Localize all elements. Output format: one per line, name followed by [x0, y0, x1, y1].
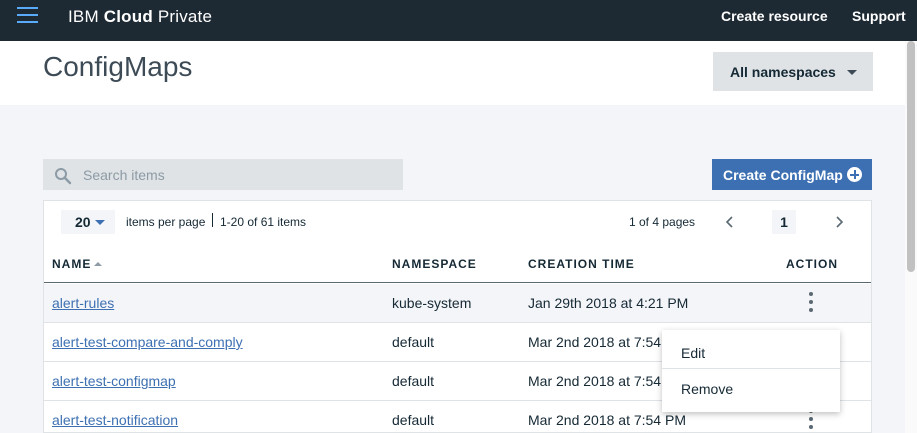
- remove-menu-item[interactable]: Remove: [662, 368, 840, 404]
- sort-ascending-icon: [94, 262, 103, 266]
- column-header-action: ACTION: [786, 257, 838, 271]
- create-configmap-label: Create ConfigMap: [723, 167, 843, 183]
- search-box: [43, 159, 403, 190]
- page-info: 1 of 4 pages: [629, 215, 696, 229]
- add-circle-icon: [847, 167, 862, 182]
- support-link[interactable]: Support: [852, 8, 906, 24]
- chevron-right-icon[interactable]: [829, 212, 849, 232]
- items-per-page-label: items per page: [126, 215, 206, 229]
- create-resource-link[interactable]: Create resource: [721, 8, 828, 24]
- pager-divider: [212, 213, 213, 227]
- search-input[interactable]: [83, 159, 393, 190]
- overflow-menu-icon[interactable]: [804, 409, 818, 431]
- configmap-name-link[interactable]: alert-test-notification: [52, 412, 178, 428]
- page-header: ConfigMaps All namespaces: [0, 41, 905, 105]
- search-icon: [55, 168, 72, 185]
- namespace-cell: default: [392, 412, 435, 428]
- page-scrollbar[interactable]: [905, 41, 917, 433]
- items-range: 1-20 of 61 items: [220, 215, 307, 229]
- items-per-page-value: 20: [75, 214, 91, 230]
- configmap-name-link[interactable]: alert-rules: [52, 295, 114, 311]
- namespace-cell: kube-system: [392, 295, 472, 311]
- column-header-name-label: NAME: [52, 257, 92, 271]
- create-configmap-button[interactable]: Create ConfigMap: [712, 159, 872, 190]
- creation-time-cell: Mar 2nd 2018 at 7:54 PM: [528, 412, 686, 428]
- top-navigation-bar: IBM Cloud Private Create resource Suppor…: [0, 0, 917, 41]
- current-page-input[interactable]: 1: [772, 210, 796, 234]
- hamburger-menu-icon[interactable]: [17, 7, 38, 24]
- row-action-menu: Edit Remove: [662, 330, 840, 412]
- brand-suffix: Private: [152, 7, 213, 26]
- chevron-left-icon[interactable]: [720, 212, 740, 232]
- column-header-namespace[interactable]: NAMESPACE: [392, 257, 477, 271]
- table-row: alert-rules kube-system Jan 29th 2018 at…: [44, 284, 871, 323]
- namespace-cell: default: [392, 373, 435, 389]
- edit-menu-item[interactable]: Edit: [662, 332, 840, 368]
- chevron-down-icon: [847, 70, 857, 75]
- table-header: NAME NAMESPACE CREATION TIME ACTION: [44, 244, 871, 283]
- product-brand[interactable]: IBM Cloud Private: [68, 7, 212, 27]
- namespace-dropdown-label: All namespaces: [730, 64, 836, 80]
- chevron-down-icon: [95, 220, 105, 225]
- overflow-menu-icon[interactable]: [804, 292, 818, 314]
- creation-time-cell: Jan 29th 2018 at 4:21 PM: [528, 295, 689, 311]
- scrollbar-thumb[interactable]: [907, 41, 915, 272]
- brand-bold: Cloud: [103, 7, 153, 26]
- pagination-bar: 20 items per page 1-20 of 61 items 1 of …: [44, 201, 871, 243]
- namespace-dropdown[interactable]: All namespaces: [713, 52, 873, 91]
- configmap-name-link[interactable]: alert-test-configmap: [52, 373, 176, 389]
- column-header-name[interactable]: NAME: [52, 257, 103, 271]
- namespace-cell: default: [392, 334, 435, 350]
- page-title: ConfigMaps: [43, 51, 193, 82]
- column-header-creation-time[interactable]: CREATION TIME: [528, 257, 635, 271]
- brand-prefix: IBM: [68, 7, 104, 26]
- configmap-name-link[interactable]: alert-test-compare-and-comply: [52, 334, 243, 350]
- items-per-page-select[interactable]: 20: [61, 210, 115, 234]
